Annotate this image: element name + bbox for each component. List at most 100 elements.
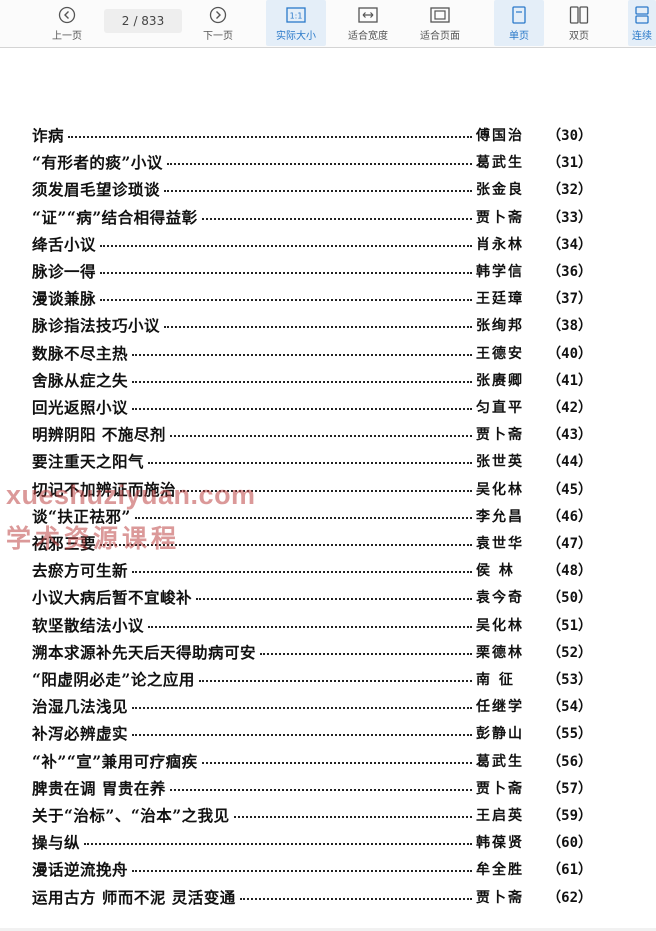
toc-entry: 谈“扶正祛邪” 李允昌 （46） (32, 504, 592, 528)
continuous-label: 连续 (632, 31, 652, 42)
toc-entry-author: 张赓卿 (476, 372, 524, 389)
toc-entry-title: 脉诊指法技巧小议 (32, 316, 161, 336)
toc-entry: 漫话逆流挽舟 牟全胜 （61） (32, 857, 592, 881)
actual-size-icon: 1:1 (284, 5, 308, 25)
toc-dot-leader (196, 598, 472, 601)
toc-entry-title: 漫谈兼脉 (32, 289, 97, 309)
double-page-label: 双页 (569, 31, 589, 42)
toc-entry-title: 回光返照小议 (32, 398, 129, 417)
toc-entry-page: （47） (547, 536, 592, 552)
toc-entry-page: （62） (547, 889, 592, 906)
toc-entry-author: 任继学 (476, 699, 524, 716)
toc-entry-author: 吴化林 (476, 617, 524, 634)
toc-entry: 去瘀方可生新 侯 林 （48） (32, 558, 592, 582)
toc-entry-title: 要注重天之阳气 (32, 452, 145, 472)
toc-entry-page: （61） (547, 862, 592, 879)
toc-entry-title: 诈病 (32, 126, 65, 145)
toc-entry-author: 张金良 (476, 182, 524, 199)
toc-entry: 关于“治标”、“治本”之我见 王启英 （59） (32, 803, 592, 827)
toc-entry: 明辨阴阳 不施尽剂 贾卜斋 （43） (32, 422, 592, 446)
fit-page-label: 适合页面 (420, 31, 460, 42)
toc-entry-page: （38） (547, 318, 592, 335)
toc-entry-page: （52） (547, 644, 592, 661)
toc-dot-leader (166, 163, 472, 166)
single-page-label: 单页 (509, 31, 529, 42)
toc-entry: 要注重天之阳气 张世英 （44） (32, 449, 592, 473)
fit-page-button[interactable]: 适合页面 (412, 0, 468, 46)
prev-page-label: 上一页 (52, 31, 82, 42)
toc-entry-page: （46） (547, 508, 592, 525)
toc-entry-title: 去瘀方可生新 (32, 561, 129, 581)
toc-dot-leader (132, 870, 472, 873)
fit-width-button[interactable]: 适合宽度 (340, 0, 396, 46)
pdf-toolbar: 上一页 2 / 833 下一页 1:1 实际大小 适合宽度 适合页面 单页 双页… (0, 0, 656, 48)
toc-entry-author: 葛武生 (476, 155, 524, 172)
toc-entry-author: 贾卜斋 (476, 427, 524, 444)
single-page-icon (507, 5, 531, 25)
continuous-button[interactable]: 连续 (628, 0, 656, 46)
toc-entry-author: 韩葆贤 (476, 835, 524, 852)
toc-entry-page: （60） (547, 835, 592, 852)
toc-dot-leader (180, 489, 472, 492)
toc-entry-page: （45） (547, 481, 592, 498)
fit-width-icon (356, 5, 380, 25)
toc-entry-page: （31） (547, 155, 592, 172)
toc-dot-leader (201, 761, 472, 764)
single-page-button[interactable]: 单页 (494, 0, 544, 46)
toc-entry-title: 切记不加辨证而施治 (32, 479, 177, 499)
toc-dot-leader (100, 244, 472, 247)
toc-entry-page: （42） (547, 400, 592, 416)
toc-entry-title: 运用古方 师而不泥 灵活变通 (32, 887, 236, 907)
toc-entry-title: 须发眉毛望诊琐谈 (32, 180, 161, 200)
toc-entry-title: 治湿几法浅见 (32, 697, 129, 717)
toc-entry-title: 软坚散结法小议 (32, 615, 145, 635)
toc-entry-page: （33） (547, 209, 592, 226)
toc-entry: 诈病 傅国治 （30） (32, 123, 592, 147)
page-current-input[interactable]: 2 (122, 14, 130, 28)
toc-entry: 小议大病后暂不宜峻补 袁今奇 （50） (32, 585, 592, 609)
toc-entry: 溯本求源补先天后天得助病可安 栗德林 （52） (32, 640, 592, 664)
document-page: 诈病 傅国治 （30） “有形者的痰”小议 葛武生 （31） 须发眉毛望诊琐谈 张金良 （32）… (0, 49, 656, 931)
toc-dot-leader (239, 897, 472, 900)
toc-entry-title: 绛舌小议 (32, 234, 97, 254)
toc-entry-page: （59） (547, 808, 592, 824)
toc-entry-title: 舍脉从症之失 (32, 370, 129, 390)
toc-dot-leader (134, 516, 472, 519)
toc-dot-leader (201, 217, 472, 220)
toc-entry-title: 脉诊一得 (32, 262, 97, 281)
toc-entry: 补泻必辨虚实 彭静山 （55） (32, 721, 592, 745)
toc-dot-leader (100, 544, 472, 546)
toc-entry: 数脉不尽主热 王德安 （40） (32, 341, 592, 365)
toc-entry-author: 南 征 (476, 672, 515, 688)
toc-dot-leader (260, 652, 472, 655)
fit-width-label: 适合宽度 (348, 31, 388, 42)
toc-entry: “有形者的痰”小议 葛武生 （31） (32, 150, 592, 174)
continuous-icon (630, 5, 654, 25)
toc-entry-title: 谈“扶正祛邪” (32, 506, 131, 526)
toc-entry-page: （51） (547, 617, 592, 634)
prev-page-button[interactable]: 上一页 (44, 0, 90, 46)
toc-entry-title: 溯本求源补先天后天得助病可安 (32, 642, 257, 662)
double-page-button[interactable]: 双页 (556, 0, 602, 46)
toc-entry-page: （34） (547, 236, 592, 253)
toc-entry-author: 李允昌 (476, 508, 524, 525)
toc-entry: 回光返照小议 匀直平 （42） (32, 395, 592, 419)
toc-entry-title: 小议大病后暂不宜峻补 (32, 588, 193, 608)
toc-entry-page: （54） (547, 699, 592, 716)
toc-entry-page: （32） (547, 182, 592, 199)
toc-entry-page: （48） (547, 563, 592, 580)
toc-entry-title: 明辨阴阳 不施尽剂 (32, 425, 166, 445)
next-page-label: 下一页 (203, 31, 233, 42)
toc-entry-title: 祛邪三要 (32, 534, 97, 553)
toc-entry-page: （50） (547, 590, 592, 607)
toc-entry-author: 肖永林 (476, 236, 524, 253)
toc-entry: 切记不加辨证而施治 吴化林 （45） (32, 477, 592, 501)
toc-dot-leader (132, 734, 472, 737)
next-page-button[interactable]: 下一页 (195, 0, 241, 46)
toc-entry-title: “阳虚阴必走”论之应用 (32, 670, 195, 689)
toc-entry-author: 侯 林 (476, 563, 515, 580)
toc-dot-leader (100, 272, 472, 274)
page-number-box[interactable]: 2 / 833 (104, 9, 182, 33)
actual-size-button[interactable]: 1:1 实际大小 (266, 0, 326, 46)
toc-entry-author: 栗德林 (476, 644, 524, 661)
